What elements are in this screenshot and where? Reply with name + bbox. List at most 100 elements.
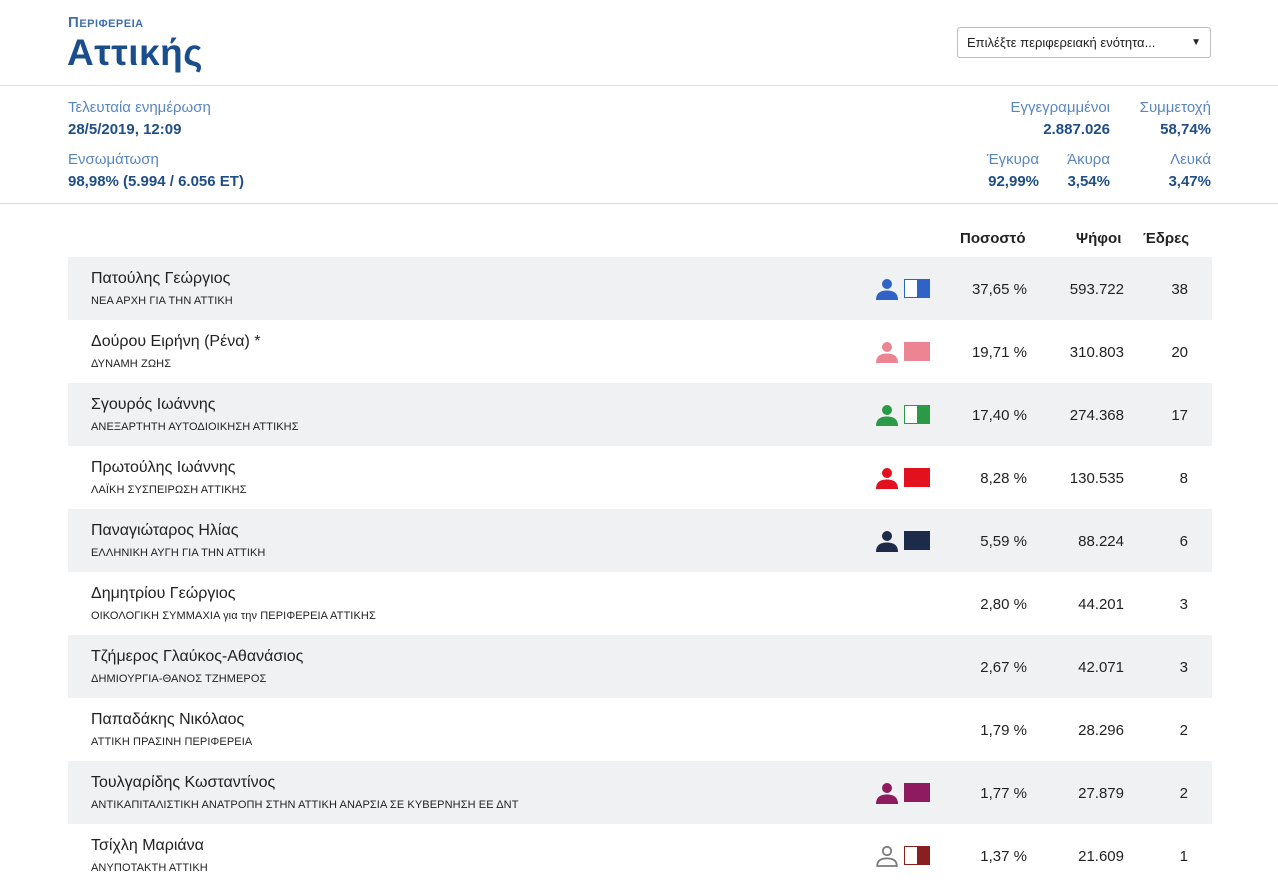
party-name: ΟΙΚΟΛΟΓΙΚΗ ΣΥΜΜΑΧΙΑ για την ΠΕΡΙΦΕΡΕΙΑ Α… xyxy=(91,610,376,622)
table-row: Τζήμερος Γλαύκος-Αθανάσιος ΔΗΜΙΟΥΡΓΙΑ-ΘΑΝ… xyxy=(68,635,1212,698)
vote-count: 130.535 xyxy=(1069,470,1124,487)
vote-percent: 19,71 % xyxy=(971,344,1027,361)
column-header-seats: Έδρες xyxy=(1143,230,1190,247)
party-color-swatch xyxy=(904,846,930,865)
person-icon xyxy=(876,278,898,300)
seat-count: 38 xyxy=(1171,281,1188,298)
seat-count: 17 xyxy=(1171,407,1188,424)
candidate-name: Δημητρίου Γεώργιος xyxy=(91,585,236,602)
table-row: Δούρου Ειρήνη (Ρένα) * ΔΥΝΑΜΗ ΖΩΗΣ 19,71 %… xyxy=(68,320,1212,383)
person-outline-icon xyxy=(876,845,898,867)
vote-percent: 8,28 % xyxy=(980,470,1027,487)
seat-count: 3 xyxy=(1179,659,1188,676)
party-color-swatch xyxy=(904,405,930,424)
vote-percent: 17,40 % xyxy=(971,407,1027,424)
party-name: ΛΑΪΚΗ ΣΥΣΠΕΙΡΩΣΗ ΑΤΤΙΚΗΣ xyxy=(91,484,247,496)
vote-count: 88.224 xyxy=(1078,533,1124,550)
candidate-name: Πρωτούλης Ιωάννης xyxy=(91,459,236,476)
table-row: Πατούλης Γεώργιος ΝΕΑ ΑΡΧΗ ΓΙΑ ΤΗΝ ΑΤΤΙΚΗ… xyxy=(68,257,1212,320)
registered-label: Εγγεγραμμένοι xyxy=(1010,99,1110,116)
table-row: Πρωτούλης Ιωάννης ΛΑΪΚΗ ΣΥΣΠΕΙΡΩΣΗ ΑΤΤΙΚΗ… xyxy=(68,446,1212,509)
person-icon xyxy=(876,782,898,804)
person-icon xyxy=(876,467,898,489)
registered-value: 2.887.026 xyxy=(1043,121,1110,138)
integration-value: 98,98% (5.994 / 6.056 ΕΤ) xyxy=(68,173,244,190)
region-label: Περιφερεια xyxy=(68,14,144,31)
candidate-name: Δούρου Ειρήνη (Ρένα) * xyxy=(91,333,261,350)
table-row: Δημητρίου Γεώργιος ΟΙΚΟΛΟΓΙΚΗ ΣΥΜΜΑΧΙΑ γι… xyxy=(68,572,1212,635)
table-row: Παπαδάκης Νικόλαος ΑΤΤΙΚΗ ΠΡΑΣΙΝΗ ΠΕΡΙΦΕΡ… xyxy=(68,698,1212,761)
candidate-name: Τζήμερος Γλαύκος-Αθανάσιος xyxy=(91,648,304,665)
invalid-value: 3,54% xyxy=(1067,173,1110,190)
person-icon xyxy=(876,341,898,363)
party-name: ΑΤΤΙΚΗ ΠΡΑΣΙΝΗ ΠΕΡΙΦΕΡΕΙΑ xyxy=(91,736,253,748)
seat-count: 2 xyxy=(1179,785,1188,802)
turnout-value: 58,74% xyxy=(1160,121,1211,138)
party-name: ΑΝΥΠΟΤΑΚΤΗ ΑΤΤΙΚΗ xyxy=(91,862,208,874)
column-header-votes: Ψήφοι xyxy=(1076,230,1122,247)
candidate-name: Παπαδάκης Νικόλαος xyxy=(91,711,245,728)
party-name: ΕΛΛΗΝΙΚΗ ΑΥΓΗ ΓΙΑ ΤΗΝ ΑΤΤΙΚΗ xyxy=(91,547,266,559)
candidate-name: Τουλγαρίδης Κωσταντίνος xyxy=(91,774,276,791)
column-header-percent: Ποσοστό xyxy=(960,230,1026,247)
party-name: ΑΝΕΞΑΡΤΗΤΗ ΑΥΤΟΔΙΟΙΚΗΣΗ ΑΤΤΙΚΗΣ xyxy=(91,421,299,433)
person-icon xyxy=(876,404,898,426)
last-update-value: 28/5/2019, 12:09 xyxy=(68,121,182,138)
candidate-name: Παναγιώταρος Ηλίας xyxy=(91,522,239,539)
vote-percent: 37,65 % xyxy=(971,281,1027,298)
stats-panel: Τελευταία ενημέρωση 28/5/2019, 12:09 Ενσ… xyxy=(0,86,1278,204)
person-icon xyxy=(876,530,898,552)
regional-unit-select[interactable]: Επιλέξτε περιφερειακή ενότητα... ▼ xyxy=(957,27,1211,58)
valid-label: Έγκυρα xyxy=(986,151,1039,168)
party-name: ΑΝΤΙΚΑΠΙΤΑΛΙΣΤΙΚΗ ΑΝΑΤΡΟΠΗ ΣΤΗΝ ΑΤΤΙΚΗ Α… xyxy=(91,799,519,811)
results-table: Πατούλης Γεώργιος ΝΕΑ ΑΡΧΗ ΓΙΑ ΤΗΝ ΑΤΤΙΚΗ… xyxy=(68,257,1212,887)
party-name: ΔΥΝΑΜΗ ΖΩΗΣ xyxy=(91,358,172,370)
integration-label: Ενσωμάτωση xyxy=(68,151,159,168)
vote-percent: 2,67 % xyxy=(980,659,1027,676)
caret-down-icon: ▼ xyxy=(1191,37,1201,48)
candidate-name: Πατούλης Γεώργιος xyxy=(91,270,231,287)
vote-count: 21.609 xyxy=(1078,848,1124,865)
party-color-swatch xyxy=(904,342,930,361)
vote-percent: 1,77 % xyxy=(980,785,1027,802)
vote-count: 274.368 xyxy=(1069,407,1124,424)
invalid-label: Άκυρα xyxy=(1067,151,1110,168)
results-table-header: Ποσοστό Ψήφοι Έδρες xyxy=(0,204,1278,258)
vote-percent: 2,80 % xyxy=(980,596,1027,613)
party-name: ΝΕΑ ΑΡΧΗ ΓΙΑ ΤΗΝ ΑΤΤΙΚΗ xyxy=(91,295,233,307)
turnout-label: Συμμετοχή xyxy=(1139,99,1211,116)
valid-value: 92,99% xyxy=(988,173,1039,190)
vote-percent: 5,59 % xyxy=(980,533,1027,550)
seat-count: 1 xyxy=(1179,848,1188,865)
vote-count: 28.296 xyxy=(1078,722,1124,739)
seat-count: 8 xyxy=(1179,470,1188,487)
party-color-swatch xyxy=(904,279,930,298)
party-color-swatch xyxy=(904,468,930,487)
page-header: Περιφερεια Αττικής Επιλέξτε περιφερειακή… xyxy=(0,0,1278,86)
table-row: Τσίχλη Μαριάνα ΑΝΥΠΟΤΑΚΤΗ ΑΤΤΙΚΗ 1,37 % 21.… xyxy=(68,824,1212,887)
vote-percent: 1,79 % xyxy=(980,722,1027,739)
page-title: Αττικής xyxy=(67,32,203,73)
last-update-label: Τελευταία ενημέρωση xyxy=(68,99,211,116)
blank-label: Λευκά xyxy=(1170,151,1211,168)
table-row: Παναγιώταρος Ηλίας ΕΛΛΗΝΙΚΗ ΑΥΓΗ ΓΙΑ ΤΗΝ … xyxy=(68,509,1212,572)
vote-count: 593.722 xyxy=(1069,281,1124,298)
table-row: Τουλγαρίδης Κωσταντίνος ΑΝΤΙΚΑΠΙΤΑΛΙΣΤΙΚΗ… xyxy=(68,761,1212,824)
party-color-swatch xyxy=(904,531,930,550)
seat-count: 3 xyxy=(1179,596,1188,613)
blank-value: 3,47% xyxy=(1168,173,1211,190)
candidate-name: Τσίχλη Μαριάνα xyxy=(91,837,204,854)
vote-count: 42.071 xyxy=(1078,659,1124,676)
vote-count: 27.879 xyxy=(1078,785,1124,802)
seat-count: 20 xyxy=(1171,344,1188,361)
candidate-name: Σγουρός Ιωάννης xyxy=(91,396,216,413)
seat-count: 2 xyxy=(1179,722,1188,739)
party-name: ΔΗΜΙΟΥΡΓΙΑ-ΘΑΝΟΣ ΤΖΗΜΕΡΟΣ xyxy=(91,673,267,685)
vote-count: 44.201 xyxy=(1078,596,1124,613)
seat-count: 6 xyxy=(1179,533,1188,550)
table-row: Σγουρός Ιωάννης ΑΝΕΞΑΡΤΗΤΗ ΑΥΤΟΔΙΟΙΚΗΣΗ Α… xyxy=(68,383,1212,446)
select-placeholder: Επιλέξτε περιφερειακή ενότητα... xyxy=(967,35,1156,50)
vote-percent: 1,37 % xyxy=(980,848,1027,865)
party-color-swatch xyxy=(904,783,930,802)
vote-count: 310.803 xyxy=(1069,344,1124,361)
